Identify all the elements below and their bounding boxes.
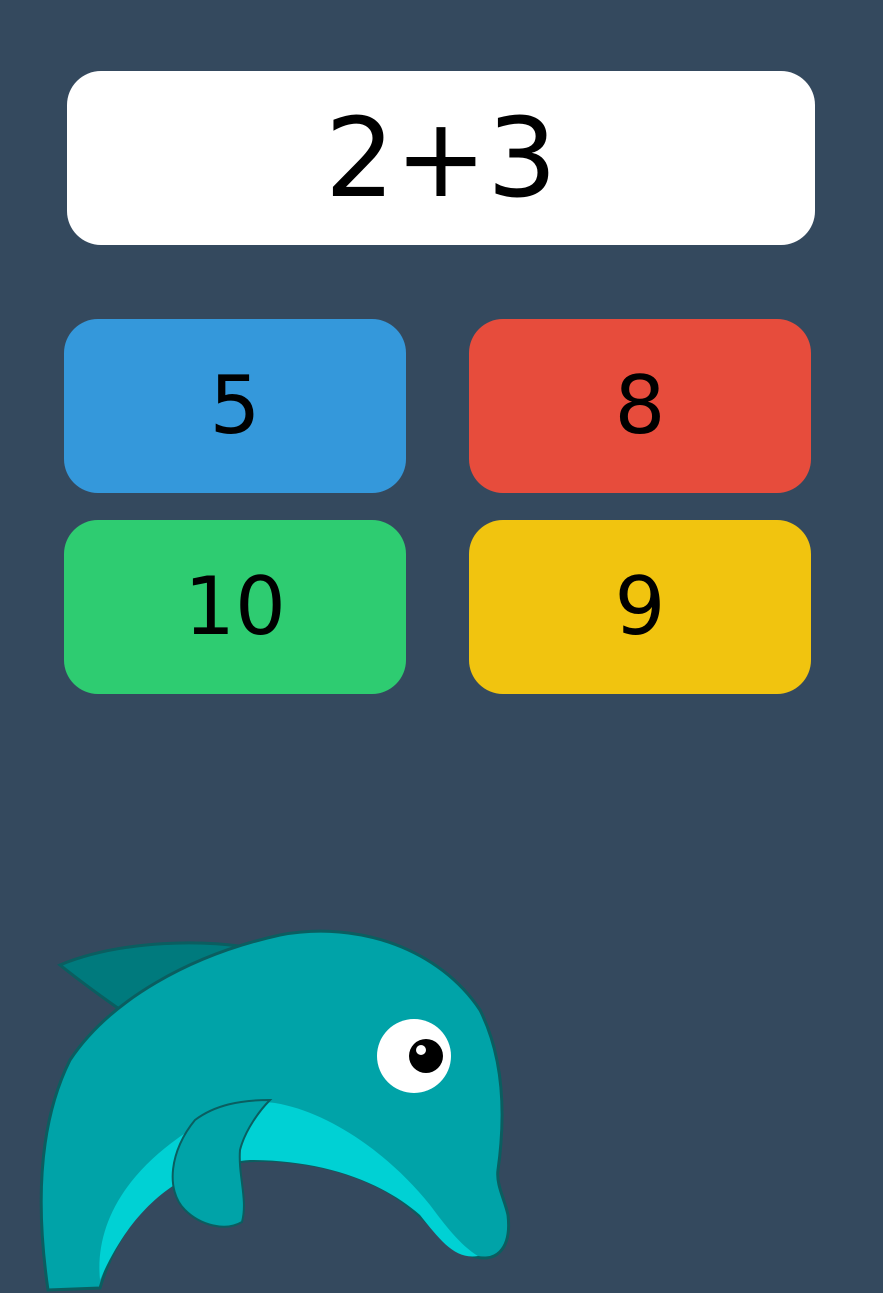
answer-button-1[interactable]: 5	[64, 319, 406, 493]
answer-button-4[interactable]: 9	[469, 520, 811, 694]
dolphin-eye-shine	[416, 1045, 426, 1055]
answer-label: 5	[209, 359, 261, 452]
answer-label: 8	[614, 359, 666, 452]
question-text: 2+3	[324, 94, 558, 222]
dolphin-icon	[39, 929, 511, 1292]
answer-label: 9	[614, 560, 666, 653]
dolphin-eye-pupil	[409, 1039, 443, 1073]
answer-label: 10	[184, 560, 286, 653]
question-card: 2+3	[67, 71, 815, 245]
answer-button-3[interactable]: 10	[64, 520, 406, 694]
answer-button-2[interactable]: 8	[469, 319, 811, 493]
